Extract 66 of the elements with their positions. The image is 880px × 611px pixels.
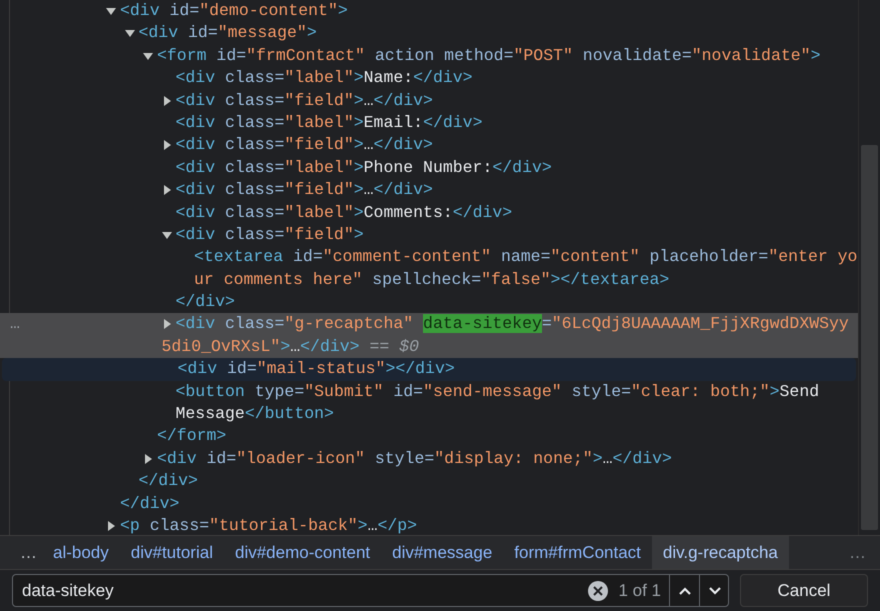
- tree-node-row[interactable]: <div class="label">Name:</div>: [0, 67, 858, 90]
- code-line: <div class="field">…</div>: [176, 90, 433, 112]
- code-line: 5di0_OvRXsL">…</div> == $0: [162, 336, 419, 358]
- tree-node-row[interactable]: <div id="message">: [0, 22, 858, 45]
- collapsed-triangle-icon[interactable]: [162, 319, 172, 330]
- tree-node-row[interactable]: <div id="mail-status"></div>: [2, 358, 856, 381]
- breadcrumb-item[interactable]: div#demo-content: [224, 536, 382, 569]
- code-line: <div class="label">Phone Number:</div>: [176, 156, 552, 179]
- tree-node-row[interactable]: <div class="field">…</div>: [0, 179, 858, 202]
- code-line: <div id="loader-icon" style="display: none;">…</div>: [157, 448, 672, 470]
- code-line: <div class="label">Comments:</div>: [176, 202, 512, 224]
- code-line: </form>: [157, 425, 226, 448]
- clear-icon[interactable]: [588, 580, 608, 600]
- code-line: <div id="message">: [138, 22, 317, 44]
- tree-node-row[interactable]: <div class="label">Comments:</div>: [0, 202, 858, 224]
- code-line: <div id="mail-status"></div>: [178, 358, 455, 380]
- tree-node-row[interactable]: <textarea id="comment-content" name="content" placeholder="enter yo ur comments here" spellcheck="false"></textarea>: [0, 246, 858, 292]
- expanded-triangle-icon[interactable]: [124, 28, 134, 38]
- code-line: <div class="field">…</div>: [176, 179, 433, 202]
- collapsed-triangle-icon[interactable]: [162, 96, 172, 106]
- scrollbar[interactable]: [858, 0, 880, 535]
- tree-node-row[interactable]: <div class="label">Email:</div>: [0, 112, 858, 134]
- code-line: ur comments here" spellcheck="false"></textarea>: [194, 268, 670, 291]
- code-line: <div id="demo-content">: [120, 0, 348, 22]
- tree-node-row[interactable]: <button type="Submit" id="send-message" style="clear: both;">Send Message</button>: [0, 380, 858, 426]
- code-line: <p class="tutorial-back">…</p>: [120, 514, 418, 535]
- code-line: <div class="field">…</div>: [176, 134, 433, 156]
- more-dots[interactable]: …: [849, 536, 880, 569]
- collapsed-triangle-icon[interactable]: [162, 140, 172, 150]
- match-count: 1 of 1: [618, 580, 661, 602]
- scrollbar-thumb[interactable]: [861, 145, 878, 530]
- collapsed-triangle-icon[interactable]: [106, 520, 116, 531]
- breadcrumb-item[interactable]: div.g-recaptcha: [652, 536, 789, 569]
- tree-node-row[interactable]: <div class="field">: [0, 224, 858, 246]
- breadcrumb-item[interactable]: form#frmContact: [503, 536, 652, 569]
- tree-node-row[interactable]: <div class="field">…</div>: [0, 134, 858, 157]
- tree-node-row[interactable]: <div id="loader-icon" style="display: none;">…</div>: [0, 448, 858, 470]
- code-line: <button type="Submit" id="send-message" style="clear: both;">Send: [176, 380, 820, 403]
- code-line: </div>: [176, 291, 235, 314]
- more-dots[interactable]: …: [0, 536, 53, 569]
- breadcrumb-item[interactable]: div#message: [381, 536, 504, 569]
- code-line: <div class="label">Name:</div>: [176, 67, 473, 90]
- tree-node-row[interactable]: <p class="tutorial-back">…</p>: [0, 514, 858, 535]
- tree-node-row[interactable]: <div class="label">Phone Number:</div>: [0, 156, 858, 180]
- collapsed-triangle-icon[interactable]: [143, 454, 153, 464]
- breadcrumb-item[interactable]: div#tutorial: [120, 536, 224, 569]
- code-line: <textarea id="comment-content" name="content" placeholder="enter yo: [194, 246, 858, 268]
- code-line: Message</button>: [176, 403, 334, 426]
- code-line: <form id="frmContact" action method="POST" novalidate="novalidate">: [157, 44, 820, 67]
- chevron-down-icon: [708, 586, 720, 594]
- tree-node-row[interactable]: <div class="field">…</div>: [0, 90, 858, 112]
- cancel-button[interactable]: Cancel: [740, 574, 868, 607]
- tree-node-row[interactable]: … <div class="g-recaptcha" data-sitekey="6LcQdj8UAAAAAM_FjjXRgwdDXWSyy 5di0_OvRXsL">…</div> == $0: [0, 313, 858, 358]
- tree-node-row[interactable]: <form id="frmContact" action method="POST" novalidate="novalidate">: [0, 44, 858, 68]
- breadcrumb-item[interactable]: al-body: [53, 536, 120, 569]
- expanded-triangle-icon[interactable]: [143, 50, 153, 61]
- collapsed-triangle-icon[interactable]: [162, 185, 172, 196]
- expanded-triangle-icon[interactable]: [162, 230, 172, 240]
- code-line: <div class="field">: [176, 224, 364, 246]
- tree-node-row[interactable]: <div id="demo-content">: [0, 0, 858, 22]
- code-line: <div class="g-recaptcha" data-sitekey="6LcQdj8UAAAAAM_FjjXRgwdDXWSyy: [176, 313, 849, 336]
- expanded-triangle-icon[interactable]: [106, 6, 116, 16]
- code-line: </div>: [120, 492, 180, 515]
- code-line: <div class="label">Email:</div>: [176, 112, 482, 134]
- chevron-up-icon: [678, 586, 690, 594]
- code-line: </div>: [138, 470, 198, 492]
